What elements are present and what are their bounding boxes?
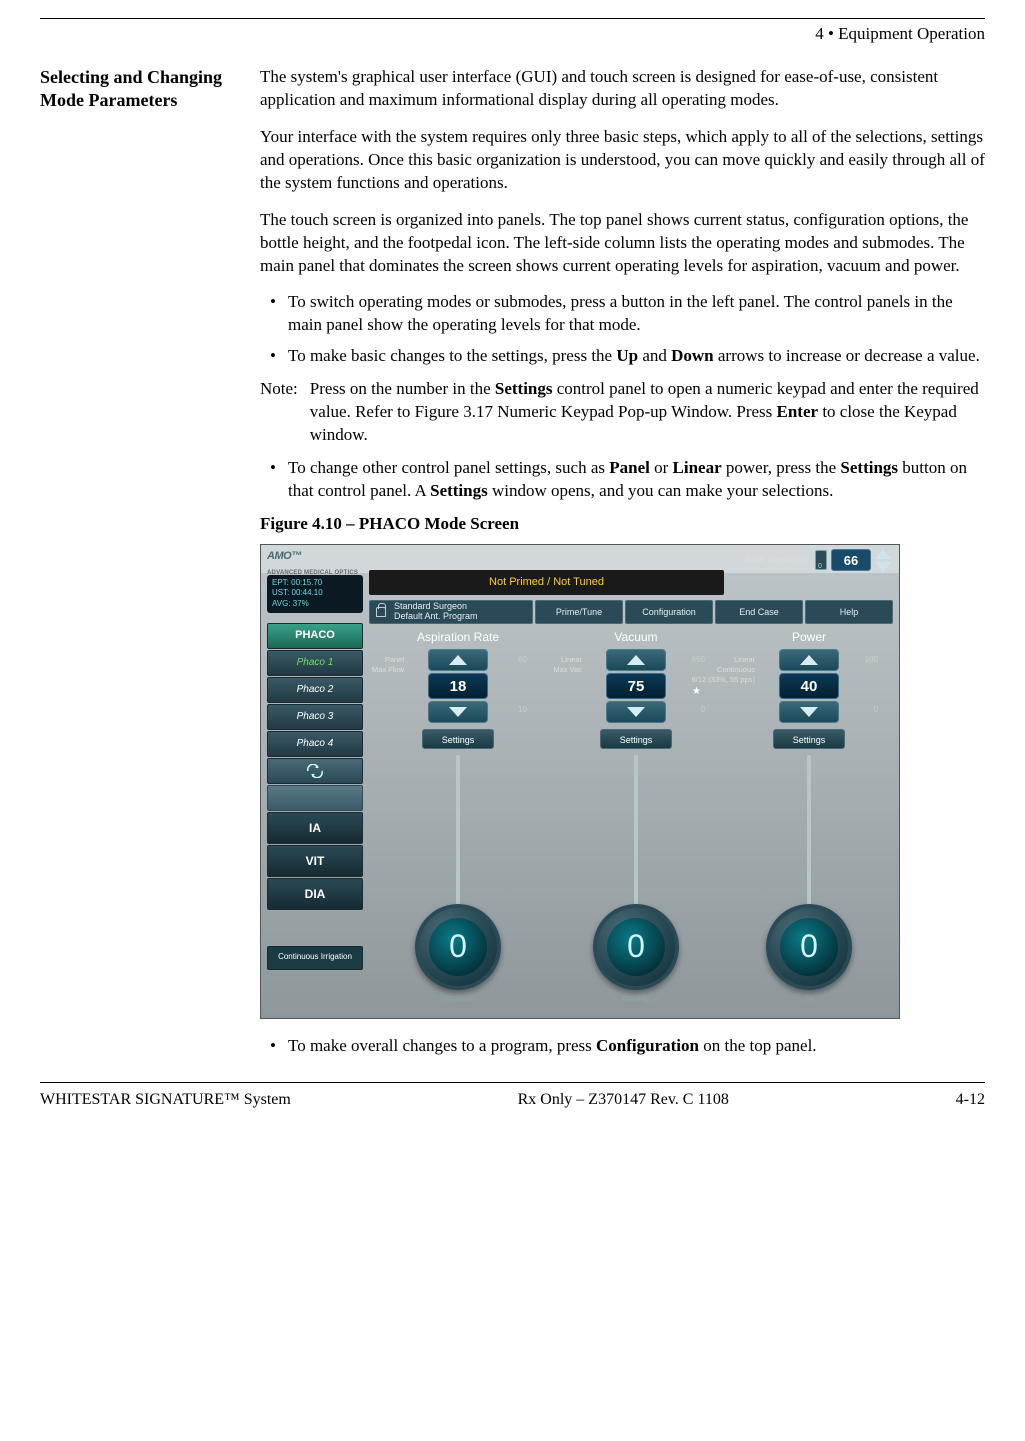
arrow-up-icon: [800, 655, 818, 665]
vacuum-unit: mmHg: [587, 992, 685, 1004]
sidebar-phaco3[interactable]: Phaco 3: [267, 704, 363, 730]
vacuum-settings-button[interactable]: Settings: [600, 729, 672, 749]
sidebar-dia[interactable]: DIA: [267, 878, 363, 910]
sidebar-phaco2[interactable]: Phaco 2: [267, 677, 363, 703]
note: Note: Press on the number in the Setting…: [260, 378, 985, 447]
aspiration-info: Panel Max Flow: [349, 655, 404, 675]
bottle-height-control[interactable]: Bottle Height (cm) 66: [745, 549, 891, 572]
prime-tune-button[interactable]: Prime/Tune: [535, 600, 623, 624]
bottle-value[interactable]: 66: [831, 549, 871, 571]
refresh-icon: [306, 764, 324, 778]
power-title: Power: [729, 629, 889, 645]
power-settings-button[interactable]: Settings: [773, 729, 845, 749]
bullet-2: To make basic changes to the settings, p…: [260, 345, 985, 368]
vacuum-value[interactable]: 75: [606, 673, 666, 699]
bottle-icon: [815, 550, 827, 570]
power-info: Linear Continuous 6/12 (33%, 55 pps): [680, 655, 755, 684]
end-case-button[interactable]: End Case: [715, 600, 803, 624]
power-value[interactable]: 40: [779, 673, 839, 699]
vacuum-up-button[interactable]: [606, 649, 666, 671]
aspiration-title: Aspiration Rate: [373, 629, 543, 645]
arrow-up-icon: [449, 655, 467, 665]
continuous-irrigation-button[interactable]: Continuous Irrigation: [267, 946, 363, 970]
vacuum-title: Vacuum: [551, 629, 721, 645]
vacuum-min: 0: [701, 705, 705, 716]
bullet-1: To switch operating modes or submodes, p…: [260, 291, 985, 337]
arrow-down-icon: [627, 707, 645, 717]
bullet-3: To change other control panel settings, …: [260, 457, 985, 503]
page-header: 4 • Equipment Operation: [40, 23, 985, 46]
footer-left: WHITESTAR SIGNATURE™ System: [40, 1089, 291, 1111]
aspiration-unit: cc/min: [409, 992, 507, 1004]
bottle-down-icon[interactable]: [875, 562, 891, 572]
lock-icon: [376, 607, 386, 617]
sidebar-phaco[interactable]: PHACO: [267, 623, 363, 649]
surgeon-program-button[interactable]: Standard Surgeon Default Ant. Program: [369, 600, 533, 624]
footer-right: 4-12: [956, 1089, 985, 1111]
vacuum-down-button[interactable]: [606, 701, 666, 723]
bottle-label: Bottle Height (cm): [745, 555, 809, 566]
sidebar-vit[interactable]: VIT: [267, 845, 363, 877]
power-up-button[interactable]: [779, 649, 839, 671]
configuration-button[interactable]: Configuration: [625, 600, 713, 624]
arrow-down-icon: [449, 707, 467, 717]
bottle-up-icon[interactable]: [875, 549, 891, 559]
sidebar-blank: [267, 785, 363, 811]
figure-caption: Figure 4.10 – PHACO Mode Screen: [260, 513, 985, 536]
paragraph-3: The touch screen is organized into panel…: [260, 209, 985, 278]
arrow-up-icon: [627, 655, 645, 665]
aspiration-min: 10: [518, 705, 527, 716]
help-button[interactable]: Help: [805, 600, 893, 624]
aspiration-down-button[interactable]: [428, 701, 488, 723]
bullet-4: To make overall changes to a program, pr…: [260, 1035, 985, 1058]
arrow-down-icon: [800, 707, 818, 717]
aspiration-settings-button[interactable]: Settings: [422, 729, 494, 749]
power-down-button[interactable]: [779, 701, 839, 723]
section-title: Selecting and Changing Mode Parameters: [40, 66, 230, 113]
page-footer: WHITESTAR SIGNATURE™ System Rx Only – Z3…: [40, 1089, 985, 1111]
aspiration-value[interactable]: 18: [428, 673, 488, 699]
power-unit: %: [760, 992, 858, 1004]
power-dial: 0: [766, 904, 852, 990]
aspiration-up-button[interactable]: [428, 649, 488, 671]
sidebar-refresh[interactable]: [267, 758, 363, 784]
stats-panel: EPT: 00:15.70 UST: 00:44.10 AVG: 37%: [267, 575, 363, 613]
power-min: 0: [874, 705, 878, 716]
sidebar-ia[interactable]: IA: [267, 812, 363, 844]
star-icon: ★: [692, 685, 701, 699]
vacuum-info: Linear Max Vac: [527, 655, 582, 675]
status-bar: Not Primed / Not Tuned: [369, 570, 724, 595]
aspiration-dial: 0: [415, 904, 501, 990]
paragraph-2: Your interface with the system requires …: [260, 126, 985, 195]
paragraph-1: The system's graphical user interface (G…: [260, 66, 985, 112]
vacuum-dial: 0: [593, 904, 679, 990]
phaco-mode-screenshot: AMO™ ADVANCED MEDICAL OPTICS Not Primed …: [260, 544, 900, 1019]
sidebar-phaco4[interactable]: Phaco 4: [267, 731, 363, 757]
power-max: 100: [865, 655, 878, 666]
aspiration-max: 60: [518, 655, 527, 666]
footer-center: Rx Only – Z370147 Rev. C 1108: [518, 1089, 729, 1111]
